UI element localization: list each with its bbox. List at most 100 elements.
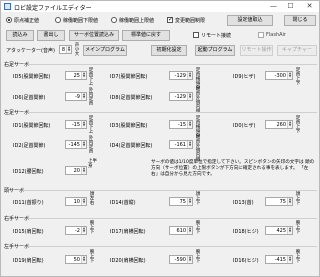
spin-arrows-icon[interactable]: ▲ ▼	[287, 72, 292, 79]
spin-arrows-icon[interactable]: ▲ ▼	[81, 227, 86, 234]
write-button[interactable]: 書出し	[37, 30, 65, 41]
id0-spin[interactable]: 260 ▲ ▼	[265, 120, 293, 129]
app-icon	[4, 3, 11, 10]
spin-arrows-icon[interactable]: ▲ ▼	[81, 72, 86, 79]
check-remote[interactable]	[193, 32, 199, 38]
divider	[23, 190, 317, 191]
remote-control-button[interactable]: リモート操作	[240, 45, 273, 56]
spin-arrows-icon[interactable]: ▲ ▼	[81, 256, 86, 263]
head-title: 頭サーボ	[4, 188, 25, 194]
spin-arrows-icon[interactable]: ▲ ▼	[287, 227, 292, 234]
id13-spin[interactable]: 75 ▲ ▼	[265, 197, 293, 206]
id16-label: ID16(ヒジ)	[233, 258, 259, 264]
check-change-limit[interactable]	[167, 17, 173, 23]
spin-arrows-icon[interactable]: ▲ ▼	[81, 121, 86, 128]
id19-spin[interactable]: 50 ▲ ▼	[65, 255, 87, 264]
attack-value: 8	[61, 47, 65, 53]
spin-arrows-icon[interactable]: ▲ ▼	[81, 93, 86, 100]
radio-lower-limit[interactable]	[55, 17, 61, 23]
id20-label: ID20(肩横回転)	[110, 258, 146, 264]
id14-value: 75	[179, 199, 186, 205]
id16-value: -415	[274, 257, 286, 263]
id9-direction: 足首上下	[295, 67, 300, 85]
divider	[28, 246, 317, 247]
spin-arrows-icon[interactable]: ▲ ▼	[81, 198, 86, 205]
id1-spin[interactable]: -15 ▲ ▼	[65, 120, 87, 129]
id6-label: ID6(足首関節)	[13, 95, 46, 101]
main-program-button[interactable]: メインプログラム	[83, 45, 127, 56]
id17-spin[interactable]: 610 ▲ ▼	[169, 226, 193, 235]
init-settings-button[interactable]: 初期化設定	[151, 45, 187, 56]
id11-value: 10	[73, 199, 80, 205]
spin-arrows-icon[interactable]: ▲ ▼	[81, 141, 86, 148]
radio-lower-label: 稼働範囲下限値	[63, 18, 99, 24]
id13-direction: 顔上下	[295, 191, 300, 205]
close-button[interactable]: 閉じる	[284, 15, 316, 26]
id2-spin[interactable]: -145 ▲ ▼	[65, 140, 87, 149]
restore-default-button[interactable]: 標準値に戻す	[122, 30, 170, 41]
id2-value: -145	[68, 142, 80, 148]
spin-arrows-icon[interactable]: ▲ ▼	[187, 121, 192, 128]
start-program-button[interactable]: 起動プログラム	[195, 45, 235, 56]
close-window-button[interactable]: ✕	[303, 1, 316, 12]
attack-spin[interactable]: 8 ▲ ▼	[59, 45, 72, 54]
id14-label: ID14(首縦)	[110, 200, 136, 206]
id13-value: 75	[279, 199, 286, 205]
load-settings-button[interactable]: 設定値取込	[227, 15, 273, 26]
id14-spin[interactable]: 75 ▲ ▼	[169, 197, 193, 206]
read-button[interactable]: 読込み	[6, 30, 34, 41]
id16-direction: 腕上下	[295, 249, 300, 263]
id20-spin[interactable]: -590 ▲ ▼	[169, 255, 193, 264]
id8-value: -129	[174, 94, 186, 100]
id11-spin[interactable]: 10 ▲ ▼	[65, 197, 87, 206]
radio-origin[interactable]	[6, 17, 12, 23]
spin-arrows-icon[interactable]: ▲ ▼	[187, 256, 192, 263]
id4-value: -161	[174, 142, 186, 148]
id7-spin[interactable]: -129 ▲ ▼	[169, 71, 193, 80]
check-flashair[interactable]	[258, 32, 264, 38]
attack-label: アタッケーター(音声)	[6, 48, 55, 54]
id6-spin[interactable]: -9 ▲ ▼	[65, 92, 87, 101]
spin-arrows-icon[interactable]: ▲ ▼	[66, 46, 71, 53]
id0-label: ID0(ヒザ)	[233, 123, 256, 129]
spin-arrows-icon[interactable]: ▲ ▼	[187, 227, 192, 234]
spin-arrows-icon[interactable]: ▲ ▼	[287, 121, 292, 128]
id9-spin[interactable]: -300 ▲ ▼	[265, 71, 293, 80]
id1-label: ID1(股関節回転)	[13, 123, 51, 129]
id18-spin[interactable]: 425 ▲ ▼	[265, 226, 293, 235]
radio-upper-limit[interactable]	[111, 17, 117, 23]
id4-label: ID4(足首関節回転)	[110, 143, 153, 149]
spin-arrows-icon[interactable]: ▲ ▼	[187, 72, 192, 79]
id11-label: ID11(首振り)	[13, 200, 44, 206]
id0-direction: 足首上下	[295, 115, 300, 133]
spin-arrows-icon[interactable]: ▲ ▼	[287, 256, 292, 263]
spin-arrows-icon[interactable]: ▲ ▼	[187, 141, 192, 148]
id5-spin[interactable]: 25 ▲ ▼	[65, 71, 87, 80]
id8-spin[interactable]: -129 ▲ ▼	[169, 92, 193, 101]
maximize-button[interactable]: ☐	[284, 1, 297, 12]
id3-label: ID3(股関節回転)	[110, 123, 148, 129]
left-leg-title: 左足サーボ	[4, 110, 30, 116]
id4-spin[interactable]: -161 ▲ ▼	[169, 140, 193, 149]
id7-value: -129	[174, 73, 186, 79]
radio-upper-label: 稼働範囲上限値	[119, 18, 155, 24]
spin-arrows-icon[interactable]: ▲ ▼	[81, 167, 86, 174]
id2-direction: 外内足首	[88, 135, 93, 153]
spin-arrows-icon[interactable]: ▲ ▼	[287, 198, 292, 205]
id3-spin[interactable]: -15 ▲ ▼	[169, 120, 193, 129]
spin-arrows-icon[interactable]: ▲ ▼	[187, 93, 192, 100]
id19-value: 50	[73, 257, 80, 263]
spin-arrows-icon[interactable]: ▲ ▼	[187, 198, 192, 205]
divider	[28, 64, 317, 65]
id6-value: -9	[75, 94, 80, 100]
id20-value: -590	[174, 257, 186, 263]
id15-spin[interactable]: -2 ▲ ▼	[65, 226, 87, 235]
id16-spin[interactable]: -415 ▲ ▼	[265, 255, 293, 264]
id12-spin[interactable]: 20 ▲ ▼	[65, 166, 87, 175]
check-remote-label: リモート接続	[201, 33, 232, 39]
servo-read-button[interactable]: サーボ位置読込み	[69, 30, 119, 41]
divider	[28, 218, 317, 219]
capture-button[interactable]: キャプチャー	[277, 45, 317, 56]
usage-note: サーボの値は1/10度単位で指定して下さい。スピンボタンの矢印の文字は 頭の方向…	[151, 160, 315, 177]
minimize-button[interactable]: —	[267, 1, 280, 12]
